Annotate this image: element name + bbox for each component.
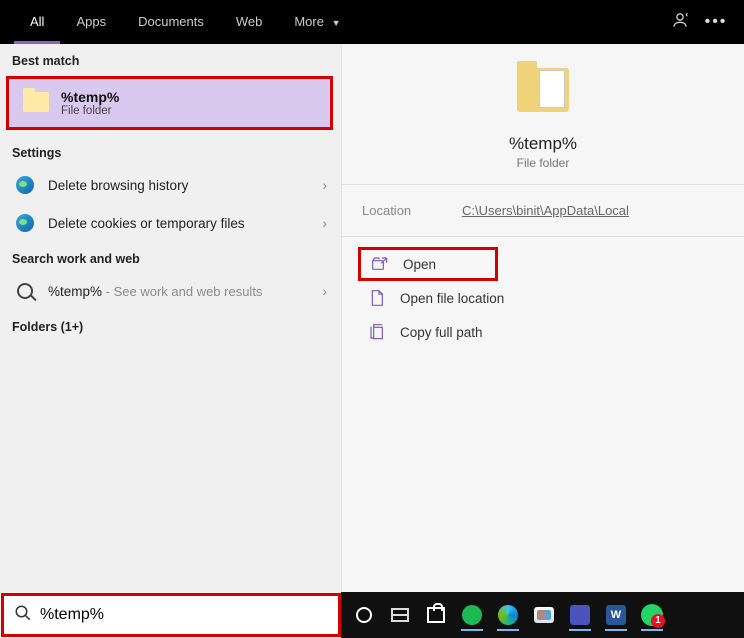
search-icon <box>14 280 36 302</box>
results-panel: Best match %temp% File folder Settings D… <box>0 44 342 592</box>
folder-large-icon <box>517 68 569 112</box>
taskbar-task-view[interactable] <box>383 598 417 632</box>
action-copy-full-path[interactable]: Copy full path <box>358 315 728 349</box>
settings-item-delete-history[interactable]: Delete browsing history › <box>0 166 341 204</box>
preview-location-row: Location C:\Users\binit\AppData\Local <box>342 184 744 237</box>
filter-tab-more-label: More <box>294 14 324 29</box>
web-search-query: %temp% <box>48 284 102 299</box>
edge-icon <box>498 605 518 625</box>
teams-icon <box>570 605 590 625</box>
cortana-icon <box>356 607 372 623</box>
settings-item-label: Delete browsing history <box>48 178 322 193</box>
feedback-icon[interactable] <box>662 11 698 34</box>
location-label: Location <box>362 203 462 218</box>
best-match-subtitle: File folder <box>61 105 119 117</box>
taskbar-paint[interactable] <box>527 598 561 632</box>
filter-tab-documents[interactable]: Documents <box>122 0 220 44</box>
settings-item-delete-cookies[interactable]: Delete cookies or temporary files › <box>0 204 341 242</box>
copy-path-icon <box>366 323 388 341</box>
web-search-item[interactable]: %temp% - See work and web results › <box>0 272 341 310</box>
open-icon <box>369 255 391 273</box>
settings-item-label: Delete cookies or temporary files <box>48 216 322 231</box>
taskbar-teams[interactable] <box>563 598 597 632</box>
preview-panel: %temp% File folder Location C:\Users\bin… <box>342 44 744 592</box>
preview-subtitle: File folder <box>342 156 744 170</box>
task-view-icon <box>391 608 409 622</box>
filter-tab-more[interactable]: More ▼ <box>278 0 356 44</box>
notification-badge: 1 <box>651 614 665 628</box>
best-match-result[interactable]: %temp% File folder <box>6 76 333 130</box>
paint-icon <box>534 607 554 623</box>
globe-icon <box>14 212 36 234</box>
action-open-location-label: Open file location <box>400 291 504 306</box>
section-folders: Folders (1+) <box>0 310 341 340</box>
chevron-right-icon: › <box>322 215 327 231</box>
filter-tab-apps[interactable]: Apps <box>60 0 122 44</box>
web-search-suffix: - See work and web results <box>102 284 262 299</box>
taskbar-cortana[interactable] <box>347 598 381 632</box>
taskbar-word[interactable]: W <box>599 598 633 632</box>
action-copy-path-label: Copy full path <box>400 325 483 340</box>
file-location-icon <box>366 289 388 307</box>
filter-tab-web[interactable]: Web <box>220 0 279 44</box>
folder-icon <box>23 92 49 114</box>
chevron-right-icon: › <box>322 283 327 299</box>
search-filter-bar: All Apps Documents Web More ▼ ••• <box>0 0 744 44</box>
taskbar-spotify[interactable] <box>455 598 489 632</box>
word-icon: W <box>606 605 626 625</box>
chevron-right-icon: › <box>322 177 327 193</box>
store-icon <box>427 607 445 623</box>
filter-tab-all[interactable]: All <box>14 0 60 44</box>
taskbar-edge[interactable] <box>491 598 525 632</box>
location-path-link[interactable]: C:\Users\binit\AppData\Local <box>462 203 629 218</box>
best-match-title: %temp% <box>61 89 119 105</box>
section-best-match: Best match <box>0 44 341 74</box>
search-input[interactable] <box>40 606 328 624</box>
whatsapp-icon: 1 <box>641 604 663 626</box>
section-search-web: Search work and web <box>0 242 341 272</box>
taskbar-whatsapp[interactable]: 1 <box>635 598 669 632</box>
search-box[interactable] <box>1 593 341 637</box>
search-icon <box>14 604 32 627</box>
chevron-down-icon: ▼ <box>332 18 341 28</box>
action-open-file-location[interactable]: Open file location <box>358 281 728 315</box>
web-search-label: %temp% - See work and web results <box>48 284 322 299</box>
action-open[interactable]: Open <box>358 247 498 281</box>
action-open-label: Open <box>403 257 436 272</box>
globe-icon <box>14 174 36 196</box>
taskbar-store[interactable] <box>419 598 453 632</box>
preview-title: %temp% <box>342 134 744 154</box>
taskbar: W 1 <box>341 592 744 638</box>
section-settings: Settings <box>0 136 341 166</box>
spotify-icon <box>462 605 482 625</box>
more-options-icon[interactable]: ••• <box>698 13 734 31</box>
